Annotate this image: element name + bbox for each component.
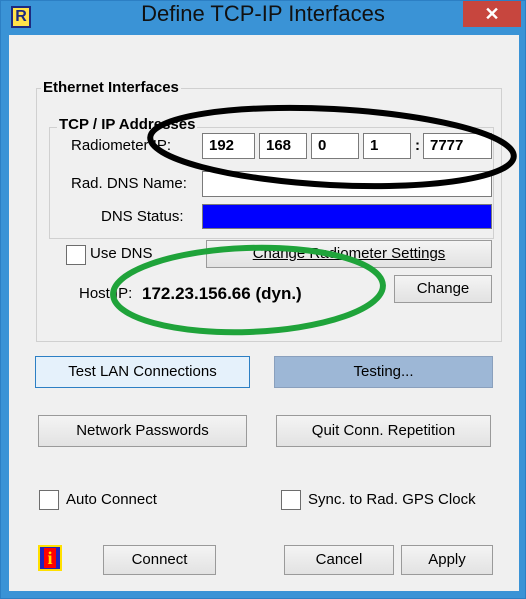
- connect-label: Connect: [131, 551, 188, 568]
- title-bar[interactable]: R Define TCP-IP Interfaces ✕: [1, 1, 525, 35]
- use-dns-checkbox[interactable]: [66, 245, 86, 265]
- change-radiometer-settings-label: Change Radiometer Settings: [252, 245, 446, 262]
- sync-gps-checkbox[interactable]: [281, 490, 301, 510]
- dialog-body: Ethernet Interfaces TCP / IP Addresses R…: [9, 35, 519, 591]
- apply-label: Apply: [428, 551, 466, 568]
- change-host-ip-button[interactable]: Change: [394, 275, 492, 303]
- dns-status-indicator: [202, 204, 492, 229]
- dns-name-field[interactable]: [202, 171, 492, 197]
- dns-name-label: Rad. DNS Name:: [71, 175, 187, 192]
- window-title: Define TCP-IP Interfaces: [141, 1, 385, 26]
- close-button[interactable]: ✕: [463, 1, 521, 27]
- ip-octet-2-field[interactable]: 168: [259, 133, 307, 159]
- apply-button[interactable]: Apply: [401, 545, 493, 575]
- ip-octet-3-field[interactable]: 0: [311, 133, 359, 159]
- test-lan-connections-button[interactable]: Test LAN Connections: [35, 356, 250, 388]
- sync-gps-label[interactable]: Sync. to Rad. GPS Clock: [308, 491, 476, 508]
- auto-connect-label[interactable]: Auto Connect: [66, 491, 157, 508]
- testing-status-button[interactable]: Testing...: [274, 356, 493, 388]
- ip-octet-4-field[interactable]: 1: [363, 133, 411, 159]
- quit-conn-repetition-button[interactable]: Quit Conn. Repetition: [276, 415, 491, 447]
- window-frame: R Define TCP-IP Interfaces ✕ Ethernet In…: [0, 0, 526, 599]
- network-passwords-button[interactable]: Network Passwords: [38, 415, 247, 447]
- change-radiometer-settings-button[interactable]: Change Radiometer Settings: [206, 240, 492, 268]
- host-ip-value: 172.23.156.66 (dyn.): [142, 284, 302, 303]
- dns-status-label: DNS Status:: [101, 208, 184, 225]
- auto-connect-checkbox[interactable]: [39, 490, 59, 510]
- tcp-ip-title: TCP / IP Addresses: [57, 116, 198, 133]
- port-field[interactable]: 7777: [423, 133, 492, 159]
- use-dns-label[interactable]: Use DNS: [90, 245, 153, 262]
- ip-octet-1-field[interactable]: 192: [202, 133, 255, 159]
- cancel-label: Cancel: [315, 551, 363, 568]
- ethernet-interfaces-title: Ethernet Interfaces: [41, 79, 181, 96]
- cancel-button[interactable]: Cancel: [284, 545, 394, 575]
- change-host-ip-label: Change: [416, 280, 470, 297]
- host-ip-label: Host IP:: [79, 285, 133, 302]
- info-icon[interactable]: i: [38, 545, 62, 571]
- connect-button[interactable]: Connect: [103, 545, 216, 575]
- port-separator: :: [415, 137, 420, 154]
- radiometer-ip-label: Radiometer IP:: [71, 137, 172, 154]
